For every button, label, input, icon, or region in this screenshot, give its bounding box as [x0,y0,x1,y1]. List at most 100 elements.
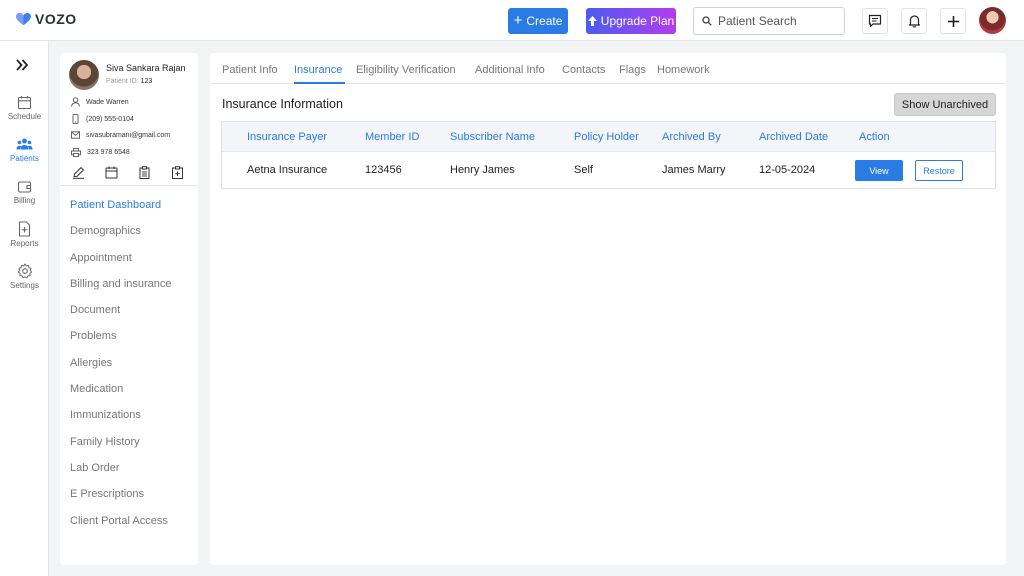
patient-search[interactable] [693,7,845,35]
notifications-button[interactable] [901,8,927,34]
cell-subscriber-name: Henry James [450,164,515,176]
header-insurance-payer[interactable]: Insurance Payer [247,131,327,143]
chat-icon [868,14,882,28]
cell-member-id: 123456 [365,164,402,176]
tab-insurance[interactable]: Insurance [294,64,342,76]
user-avatar[interactable] [979,7,1006,34]
left-nav: Schedule Patients Billing Reports Settin… [0,41,49,576]
patient-email-row: sivasubramani@gmail.com [71,131,170,139]
menu-item-document[interactable]: Document [70,303,172,329]
patient-menu: Patient Dashboard Demographics Appointme… [70,198,172,540]
tab-flags[interactable]: Flags [619,64,646,76]
header-archived-by[interactable]: Archived By [662,131,721,143]
header-subscriber-name[interactable]: Subscriber Name [450,131,535,143]
patient-provider: Wade Warren [86,98,129,106]
header-action: Action [859,131,890,143]
patient-id-label: Patient ID: [106,78,139,85]
calendar-icon[interactable] [105,166,118,179]
patient-fax: 323 978 6548 [87,149,130,156]
archived-insurance-table: Insurance Payer Member ID Subscriber Nam… [221,121,996,189]
menu-item-patient-dashboard[interactable]: Patient Dashboard [70,198,172,224]
patient-search-input[interactable] [718,14,838,28]
nav-item-schedule[interactable]: Schedule [0,95,49,121]
nav-label-reports: Reports [10,239,39,248]
menu-item-e-prescriptions[interactable]: E Prescriptions [70,487,172,513]
upgrade-plan-label: Upgrade Plan [600,14,675,28]
header-policy-holder[interactable]: Policy Holder [574,131,639,143]
patient-phone-row: (209) 555-0104 [71,114,134,124]
patient-panel: Siva Sankara Rajan Patient ID: 123 Wade … [60,53,198,565]
menu-item-problems[interactable]: Problems [70,329,172,355]
medical-record-icon[interactable] [138,166,151,179]
messages-button[interactable] [862,8,888,34]
main-content: Patient Info Insurance Eligibility Verif… [210,53,1006,565]
tab-patient-info[interactable]: Patient Info [222,64,278,76]
mail-icon [71,131,80,139]
nav-item-settings[interactable]: Settings [0,263,49,290]
menu-item-client-portal-access[interactable]: Client Portal Access [70,514,172,540]
cell-archived-date: 12-05-2024 [759,164,816,176]
heart-logo-icon [16,12,31,25]
tab-eligibility-verification[interactable]: Eligibility Verification [356,64,456,76]
nav-item-patients[interactable]: Patients [0,137,49,163]
users-icon [16,138,33,150]
cell-archived-by: James Marry [662,164,726,176]
logo-text: VOZO [35,11,77,27]
menu-item-immunizations[interactable]: Immunizations [70,408,172,434]
clipboard-plus-icon[interactable] [171,166,184,179]
patient-provider-row: Wade Warren [71,97,129,107]
tab-additional-info[interactable]: Additional Info [475,64,545,76]
expand-nav-button[interactable] [15,59,29,74]
menu-item-demographics[interactable]: Demographics [70,224,172,250]
patient-fax-row: 323 978 6548 [71,148,130,157]
arrow-up-icon [587,16,597,26]
cell-policy-holder: Self [574,164,593,176]
tab-contacts[interactable]: Contacts [562,64,605,76]
menu-item-family-history[interactable]: Family History [70,435,172,461]
patient-phone: (209) 555-0104 [86,115,134,123]
upgrade-plan-button[interactable]: Upgrade Plan [586,8,676,34]
cell-insurance-payer: Aetna Insurance [247,164,328,176]
phone-icon [72,114,79,124]
nav-label-patients: Patients [10,154,39,163]
show-unarchived-button[interactable]: Show Unarchived [894,93,996,116]
wallet-icon [17,181,32,193]
user-icon [71,97,80,107]
create-button[interactable]: + Create [508,8,568,34]
report-icon [18,221,31,237]
tab-homework[interactable]: Homework [657,64,710,76]
add-button[interactable] [940,8,966,34]
tab-bar: Patient Info Insurance Eligibility Verif… [210,53,1006,84]
plus-icon: + [513,12,523,29]
menu-item-allergies[interactable]: Allergies [70,356,172,382]
patient-actions [72,166,184,179]
view-button[interactable]: View [855,160,903,181]
menu-item-appointment[interactable]: Appointment [70,251,172,277]
calendar-icon [17,96,32,110]
restore-button[interactable]: Restore [915,160,963,181]
active-tab-indicator [294,82,345,84]
header-member-id[interactable]: Member ID [365,131,419,143]
nav-label-settings: Settings [10,281,39,290]
menu-item-medication[interactable]: Medication [70,382,172,408]
patient-id: Patient ID: 123 [106,78,152,85]
panel-divider [60,185,198,186]
patient-avatar [69,60,99,90]
printer-icon [71,148,81,157]
vozo-logo[interactable]: VOZO [16,11,77,27]
menu-item-billing-insurance[interactable]: Billing and insurance [70,277,172,303]
menu-item-lab-order[interactable]: Lab Order [70,461,172,487]
edit-icon[interactable] [72,166,85,179]
create-button-label: Create [526,14,563,28]
gear-icon [17,263,32,279]
search-icon [702,16,712,26]
header-archived-date[interactable]: Archived Date [759,131,828,143]
section-title: Insurance Information [222,97,343,111]
plus-icon [947,15,959,27]
patient-id-value: 123 [140,78,153,85]
nav-item-billing[interactable]: Billing [0,179,49,205]
nav-label-billing: Billing [13,196,36,205]
bell-icon [908,15,920,28]
patient-name: Siva Sankara Rajan [106,63,186,73]
nav-item-reports[interactable]: Reports [0,221,49,248]
